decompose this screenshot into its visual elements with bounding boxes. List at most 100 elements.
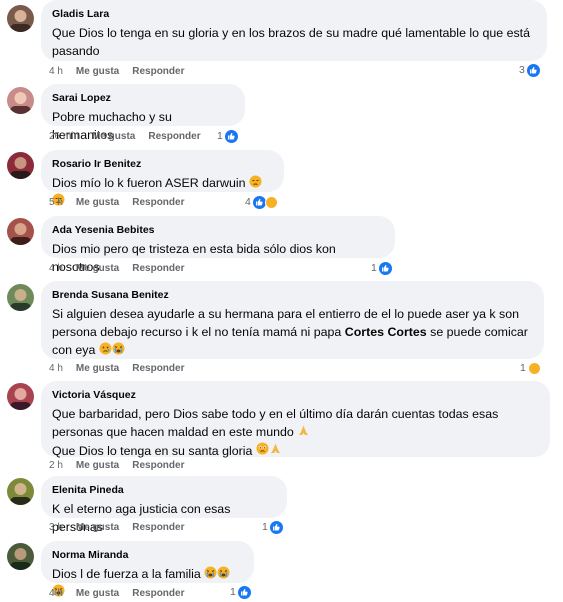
reaction-number: 3 [519,64,525,76]
comment-bubble: Victoria Vásquez Que barbaridad, pero Di… [41,381,550,460]
comment-time[interactable]: 5 h [49,197,63,208]
avatar[interactable] [7,284,34,311]
reply-button[interactable]: Responder [132,263,184,274]
avatar-photo-icon [10,10,31,32]
reply-button[interactable]: Responder [132,363,184,374]
commenter-name[interactable]: Sarai Lopez [52,91,234,105]
like-reaction-icon [526,63,540,77]
like-reaction-icon [224,129,238,143]
reaction-count[interactable]: 1 [217,129,238,143]
reaction-number: 1 [371,262,377,274]
comment-line: Si alguien desea ayudarle a su hermana p… [52,307,520,321]
comment-actions: 5 h Me gusta Responder [49,197,197,209]
like-button[interactable]: Me gusta [92,131,135,142]
like-reaction-icon [252,195,266,209]
sad-reaction-icon [527,361,541,375]
comment-actions: 4 h Me gusta Responder [49,363,197,375]
reply-button[interactable]: Responder [148,131,200,142]
comment-time[interactable]: 4 h [49,263,63,274]
comment-text: Que barbaridad, pero Dios sabe todo y en… [52,405,539,460]
comment-line: Que Dios lo tenga en su gloria y en los … [52,26,531,40]
comment-bubble: Norma Miranda Dios l de fuerza a la fami… [41,541,254,597]
comment-time[interactable]: 4 h [49,363,63,374]
reply-button[interactable]: Responder [132,66,184,77]
commenter-name[interactable]: Rosario Ir Benitez [52,157,273,171]
avatar-photo-icon [10,483,31,505]
commenter-name[interactable]: Gladis Lara [52,7,536,21]
comment-time[interactable]: 3 h [49,522,63,533]
reaction-count[interactable]: 1 [230,585,251,599]
reply-button[interactable]: Responder [132,522,184,533]
crying-face-icon [112,342,125,360]
comment-actions: 26 min Me gusta Responder [49,131,214,143]
commenter-name[interactable]: Elenita Pineda [52,483,276,497]
commenter-name[interactable]: Norma Miranda [52,548,243,562]
avatar-photo-icon [10,92,31,114]
comment-bubble: Elenita Pineda K el eterno aga justicia … [41,476,287,534]
comment-actions: 4 h Me gusta Responder [49,588,197,600]
comment-line: pasando [52,44,100,58]
comment-time[interactable]: 4 h [49,66,63,77]
reaction-count[interactable]: 1 [262,520,283,534]
comment-line: persona debajo recurso i k el no tenía m… [52,325,345,339]
like-button[interactable]: Me gusta [76,66,119,77]
avatar-photo-icon [10,157,31,179]
like-button[interactable]: Me gusta [76,522,119,533]
reaction-number: 1 [230,586,236,598]
comment-time[interactable]: 4 h [49,588,63,599]
mention-link[interactable]: Cortes Cortes [345,325,427,339]
comment-text: Que Dios lo tenga en su gloria y en los … [52,24,536,60]
avatar-photo-icon [10,388,31,410]
sad-face-icon [99,342,112,360]
avatar[interactable] [7,383,34,410]
avatar[interactable] [7,87,34,114]
comment-bubble: Brenda Susana Benitez Si alguien desea a… [41,281,544,359]
sad-reaction-icon [264,195,278,209]
comment-bubble: Ada Yesenia Bebites Dios mio pero qe tri… [41,216,395,274]
comment-line: Que barbaridad, pero Dios sabe todo y en… [52,407,499,421]
avatar[interactable] [7,5,34,32]
like-button[interactable]: Me gusta [76,263,119,274]
avatar[interactable] [7,478,34,505]
comment-actions: 4 h Me gusta Responder [49,66,197,78]
reaction-number: 1 [217,130,223,142]
comment-line: Que Dios lo tenga en su santa gloria [52,443,256,458]
reaction-count[interactable]: 1 [520,361,541,375]
like-button[interactable]: Me gusta [76,363,119,374]
reaction-count[interactable]: 3 [519,63,540,77]
comment-line: se puede comicar [426,325,528,339]
avatar[interactable] [7,543,34,570]
like-button[interactable]: Me gusta [76,460,119,471]
like-button[interactable]: Me gusta [76,588,119,599]
avatar[interactable] [7,152,34,179]
reaction-number: 4 [245,196,251,208]
comment-bubble: Gladis Lara Que Dios lo tenga en su glor… [41,0,547,61]
crying-face-icon [217,566,230,584]
comment-line: Dios l de fuerza a la familia [52,567,205,581]
like-reaction-icon [237,585,251,599]
reply-button[interactable]: Responder [132,197,184,208]
sad-face-icon [256,442,269,460]
reaction-count[interactable]: 1 [371,261,392,275]
comment-line: Dios mío lo k fueron ASER darwuin [52,176,246,190]
like-reaction-icon [378,261,392,275]
like-button[interactable]: Me gusta [76,197,119,208]
reaction-number: 1 [262,521,268,533]
praying-hands-icon [297,424,310,442]
comment-time[interactable]: 26 min [49,131,79,142]
comment-actions: 4 h Me gusta Responder [49,263,197,275]
avatar[interactable] [7,218,34,245]
commenter-name[interactable]: Brenda Susana Benitez [52,288,533,302]
commenter-name[interactable]: Ada Yesenia Bebites [52,223,384,237]
reply-button[interactable]: Responder [132,460,184,471]
comment-time[interactable]: 2 h [49,460,63,471]
praying-hands-icon [269,442,282,460]
commenter-name[interactable]: Victoria Vásquez [52,388,539,402]
like-reaction-icon [269,520,283,534]
avatar-photo-icon [10,548,31,570]
reaction-count[interactable]: 4 [245,195,278,209]
comment-text: Si alguien desea ayudarle a su hermana p… [52,305,533,360]
reply-button[interactable]: Responder [132,588,184,599]
comment-actions: 2 h Me gusta Responder [49,460,197,472]
comment-line: con eya [52,343,96,357]
